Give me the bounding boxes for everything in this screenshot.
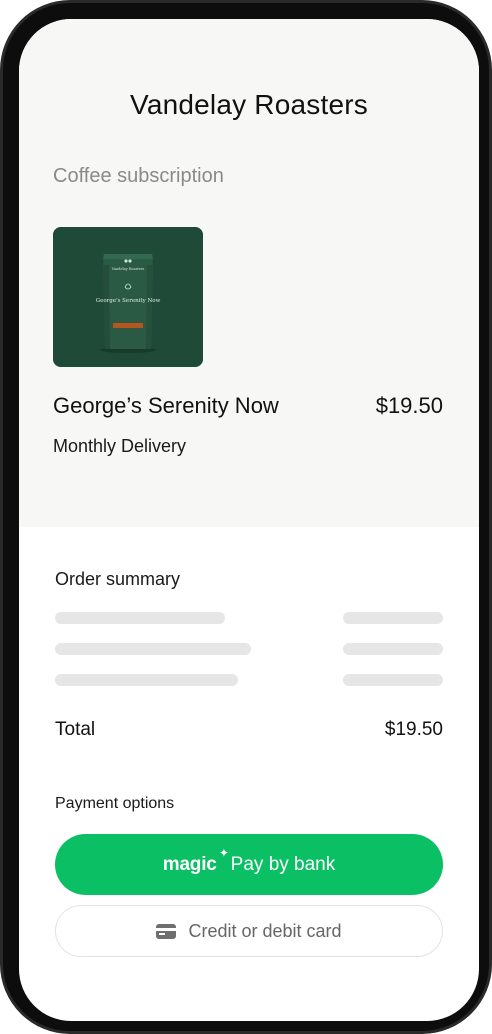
product-name: George’s Serenity Now bbox=[53, 393, 279, 418]
pay-by-bank-button[interactable]: magic ✦ Pay by bank bbox=[55, 834, 443, 895]
pay-by-bank-label: Pay by bank bbox=[230, 853, 336, 875]
credit-card-button[interactable]: Credit or debit card bbox=[55, 905, 443, 957]
product-section: Vandelay Roasters Coffee subscription Va… bbox=[19, 19, 479, 527]
summary-line-placeholder bbox=[55, 612, 225, 624]
product-price: $19.50 bbox=[375, 393, 443, 418]
order-summary-label: Order summary bbox=[55, 569, 181, 589]
subscription-label: Coffee subscription bbox=[53, 165, 224, 187]
coffee-bag-icon: Vandelay Roasters George's Serenity Now bbox=[53, 227, 203, 367]
checkout-screen: Vandelay Roasters Coffee subscription Va… bbox=[19, 19, 479, 1021]
sparkle-icon: ✦ bbox=[218, 845, 229, 860]
phone-frame: Vandelay Roasters Coffee subscription Va… bbox=[0, 0, 492, 1034]
total-label: Total bbox=[55, 719, 96, 740]
summary-value-placeholder bbox=[343, 674, 443, 686]
delivery-frequency: Monthly Delivery bbox=[53, 436, 187, 456]
summary-value-placeholder bbox=[343, 612, 443, 624]
summary-line-placeholder bbox=[55, 674, 238, 686]
svg-text:Vandelay Roasters: Vandelay Roasters bbox=[111, 267, 145, 271]
summary-line-placeholder bbox=[55, 643, 251, 655]
payment-options-label: Payment options bbox=[55, 795, 175, 812]
store-title: Vandelay Roasters bbox=[130, 89, 368, 120]
total-value: $19.50 bbox=[384, 719, 443, 740]
magic-logo: magic ✦ bbox=[162, 845, 229, 875]
summary-value-placeholder bbox=[343, 643, 443, 655]
credit-card-label: Credit or debit card bbox=[188, 920, 342, 941]
credit-card-icon bbox=[156, 923, 177, 939]
svg-text:George's Serenity Now: George's Serenity Now bbox=[96, 298, 161, 304]
phone-bezel: Vandelay Roasters Coffee subscription Va… bbox=[3, 3, 489, 1031]
product-image: Vandelay Roasters George's Serenity Now bbox=[53, 227, 203, 367]
